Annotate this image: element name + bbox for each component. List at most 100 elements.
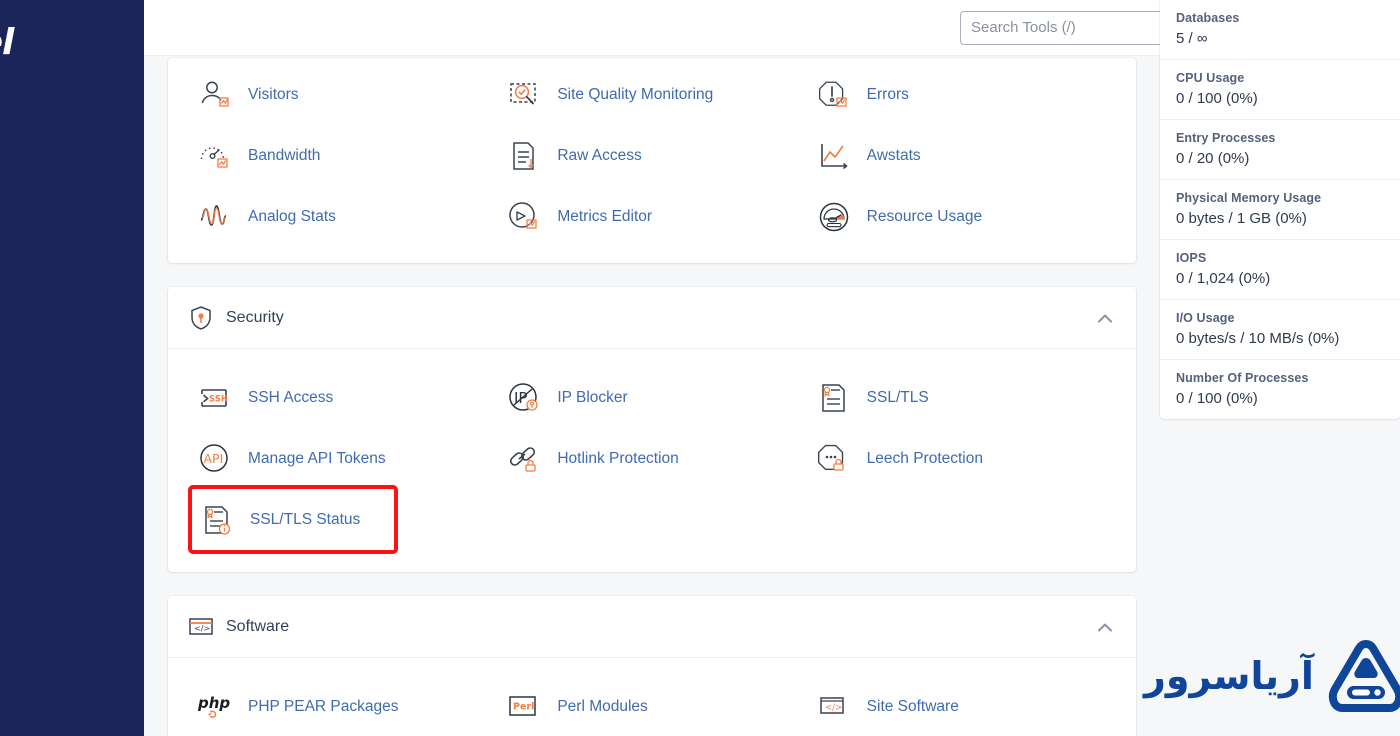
tool-bandwidth[interactable]: Bandwidth [188, 125, 497, 186]
software-tool-grid: php PHP PEAR Packages Perl Perl Modules … [188, 676, 1116, 736]
stats-panel: Databases 5 / ∞ CPU Usage 0 / 100 (0%) E… [1160, 0, 1400, 419]
tool-resource-usage[interactable]: Resource Usage [807, 186, 1116, 247]
hotlink-protection-icon [505, 440, 543, 478]
security-tool-grid: SSH SSH Access IP IP Blocker SSL/TLS API… [188, 367, 1116, 554]
stat-row: Databases 5 / ∞ [1160, 0, 1400, 59]
tool-label: Manage API Tokens [248, 449, 386, 467]
section-title: Security [226, 308, 284, 326]
site-quality-monitoring-icon [505, 76, 543, 114]
svg-text:IP: IP [514, 389, 527, 407]
tool-label: IP Blocker [557, 388, 628, 406]
tool-label: Perl Modules [557, 697, 648, 715]
stat-value: 0 bytes / 1 GB (0%) [1176, 210, 1307, 227]
tool-label: Analog Stats [248, 207, 336, 225]
stat-label: Databases [1176, 11, 1240, 25]
left-sidebar: nel t Builder uality oring [0, 0, 144, 736]
sidebar-item-site-builder[interactable]: t Builder [0, 132, 144, 165]
stat-row: Number Of Processes 0 / 100 (0%) [1160, 359, 1400, 419]
cpanel-logo[interactable]: nel [0, 22, 14, 63]
stat-row: CPU Usage 0 / 100 (0%) [1160, 59, 1400, 119]
api-tokens-icon: API [196, 440, 234, 478]
bandwidth-icon [196, 137, 234, 175]
ssh-access-icon: SSH [196, 379, 234, 417]
tool-label: SSH Access [248, 388, 334, 406]
watermark: آریاسرور [1144, 640, 1400, 712]
tool-label: Site Quality Monitoring [557, 85, 714, 103]
errors-icon [815, 76, 853, 114]
raw-access-icon [505, 137, 543, 175]
stat-row: Entry Processes 0 / 20 (0%) [1160, 119, 1400, 179]
resource-usage-icon [815, 198, 853, 236]
code-window-icon: </> [188, 614, 214, 640]
main-content: Visitors Site Quality Monitoring Errors … [144, 0, 1400, 736]
php-pear-icon: php [196, 688, 234, 726]
section-card-metrics: Visitors Site Quality Monitoring Errors … [168, 58, 1136, 263]
tool-label: Site Software [866, 697, 959, 715]
stat-value: 0 / 100 (0%) [1176, 90, 1258, 107]
tool-label: Errors [866, 85, 909, 103]
tools-column: Visitors Site Quality Monitoring Errors … [168, 58, 1136, 736]
tool-errors[interactable]: Errors [807, 64, 1116, 125]
tool-metrics-editor[interactable]: Metrics Editor [497, 186, 806, 247]
analog-stats-icon [196, 198, 234, 236]
tool-manage-api-tokens[interactable]: API Manage API Tokens [188, 428, 497, 489]
visitors-icon [196, 76, 234, 114]
chevron-up-icon[interactable] [1098, 623, 1112, 632]
stat-value: 0 / 100 (0%) [1176, 390, 1258, 407]
tool-site-software[interactable]: </> Site Software [807, 676, 1116, 736]
stat-value: 0 / 20 (0%) [1176, 150, 1250, 167]
tool-ssl-tls[interactable]: SSL/TLS [807, 367, 1116, 428]
tool-hotlink-protection[interactable]: Hotlink Protection [497, 428, 806, 489]
sidebar-item-site-quality-1[interactable]: uality [0, 187, 144, 220]
tool-label: Hotlink Protection [557, 449, 679, 467]
tool-label: Metrics Editor [557, 207, 653, 225]
security-section-header[interactable]: Security [168, 287, 1136, 349]
tool-label: PHP PEAR Packages [248, 697, 399, 715]
sidebar-nav: t Builder uality oring [0, 132, 144, 247]
stat-label: I/O Usage [1176, 311, 1235, 325]
svg-text:</>: </> [194, 624, 210, 633]
svg-text:SSH: SSH [209, 394, 228, 404]
stat-value: 0 / 1,024 (0%) [1176, 270, 1271, 287]
ssl-tls-status-icon [198, 501, 236, 539]
stat-row: I/O Usage 0 bytes/s / 10 MB/s (0%) [1160, 299, 1400, 359]
tool-label: Awstats [866, 146, 921, 164]
tool-ip-blocker[interactable]: IP IP Blocker [497, 367, 806, 428]
tool-visitors[interactable]: Visitors [188, 64, 497, 125]
tool-raw-access[interactable]: Raw Access [497, 125, 806, 186]
tool-label: Leech Protection [866, 449, 983, 467]
shield-icon [188, 305, 214, 331]
stat-label: IOPS [1176, 251, 1207, 265]
stat-label: Physical Memory Usage [1176, 191, 1322, 205]
stat-label: CPU Usage [1176, 71, 1245, 85]
section-card-software: </> Software php PHP PEAR Packages Perl … [168, 596, 1136, 736]
ssl-tls-icon [815, 379, 853, 417]
svg-text:Perl: Perl [513, 701, 534, 712]
metrics-editor-icon [505, 198, 543, 236]
section-card-security: Security SSH SSH Access IP IP Blocker SS… [168, 287, 1136, 572]
chevron-up-icon[interactable] [1098, 314, 1112, 323]
stat-row: Physical Memory Usage 0 bytes / 1 GB (0%… [1160, 179, 1400, 239]
stat-label: Entry Processes [1176, 131, 1276, 145]
tool-ssl-tls-status[interactable]: SSL/TLS Status [188, 485, 398, 554]
tool-label: SSL/TLS Status [250, 510, 361, 528]
site-software-icon: </> [815, 688, 853, 726]
tool-php-pear-packages[interactable]: php PHP PEAR Packages [188, 676, 497, 736]
tool-ssh-access[interactable]: SSH SSH Access [188, 367, 497, 428]
svg-text:</>: </> [825, 703, 842, 713]
svg-text:API: API [204, 451, 224, 466]
software-section-header[interactable]: </> Software [168, 596, 1136, 658]
sidebar-item-site-quality-2[interactable]: oring [0, 220, 144, 247]
perl-modules-icon: Perl [505, 688, 543, 726]
leech-protection-icon [815, 440, 853, 478]
awstats-icon [815, 137, 853, 175]
tool-leech-protection[interactable]: Leech Protection [807, 428, 1116, 489]
tool-site-quality-monitoring[interactable]: Site Quality Monitoring [497, 64, 806, 125]
cpanel-page: nel t Builder uality oring [0, 0, 1400, 736]
tool-awstats[interactable]: Awstats [807, 125, 1116, 186]
svg-text:php: php [198, 694, 230, 712]
section-title: Software [226, 617, 290, 635]
tool-perl-modules[interactable]: Perl Perl Modules [497, 676, 806, 736]
tool-analog-stats[interactable]: Analog Stats [188, 186, 497, 247]
tool-label: Resource Usage [866, 207, 983, 225]
